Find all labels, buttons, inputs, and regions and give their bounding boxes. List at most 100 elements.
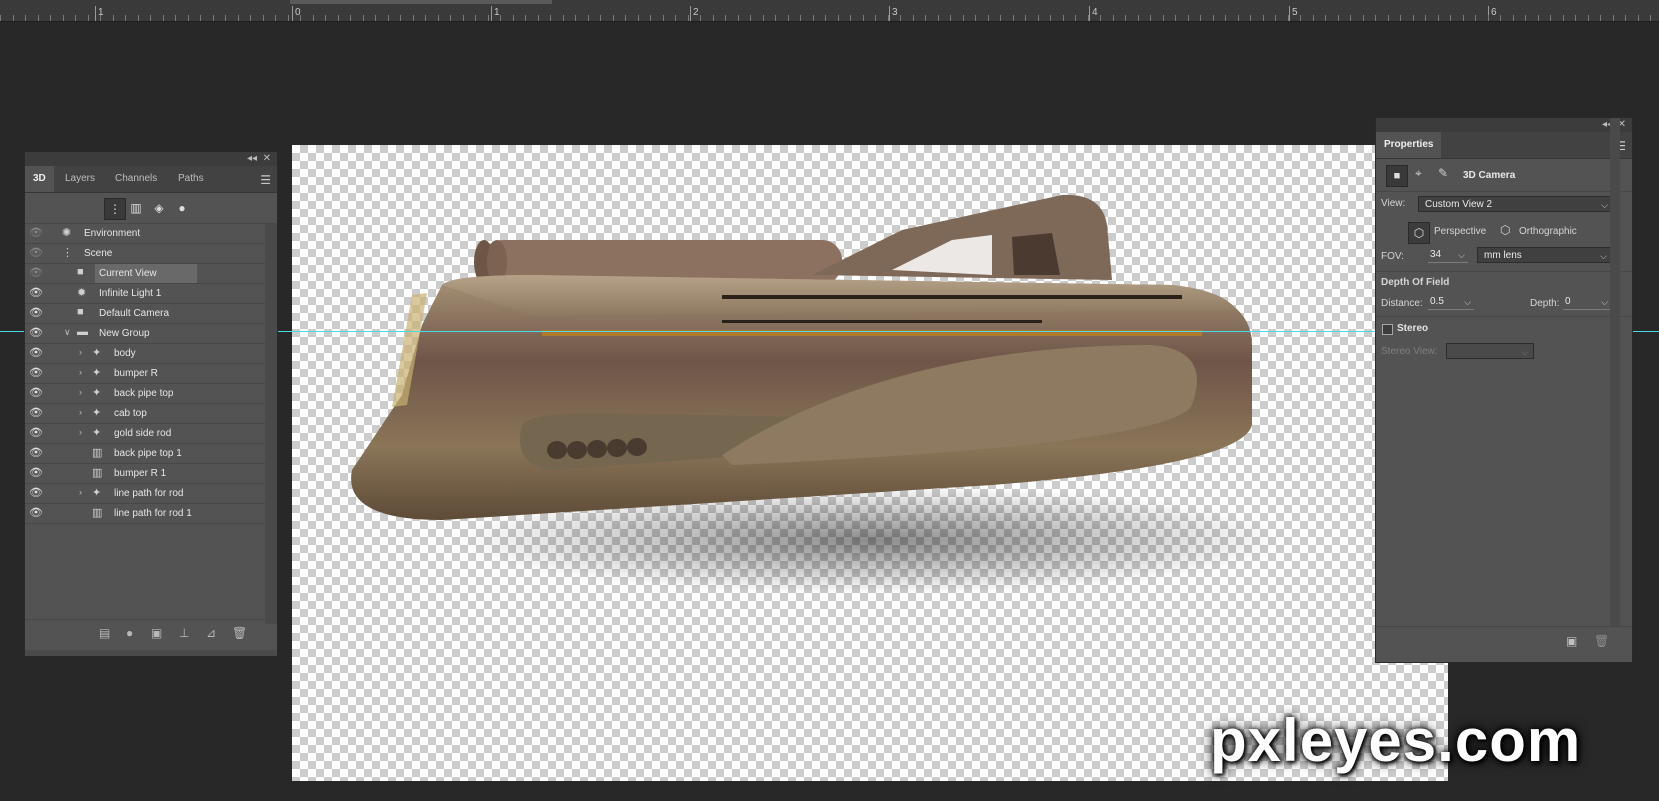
- visibility-eye-icon[interactable]: 👁: [29, 506, 43, 519]
- perspective-icon[interactable]: ⬡: [1408, 222, 1430, 244]
- layer-row[interactable]: 👁 ⋮ Scene: [25, 244, 266, 264]
- visibility-eye-icon[interactable]: 👁: [29, 246, 43, 259]
- chevron-right-icon[interactable]: ›: [79, 427, 82, 437]
- visibility-eye-icon[interactable]: 👁: [29, 426, 43, 439]
- brush-mode-icon[interactable]: ✎: [1438, 166, 1448, 180]
- panel-titlebar[interactable]: ◂◂ ✕: [25, 152, 277, 166]
- visibility-eye-icon[interactable]: 👁: [29, 486, 43, 499]
- stereo-checkbox[interactable]: [1382, 324, 1393, 335]
- layer-row[interactable]: 👁 › ✦ back pipe top: [25, 384, 266, 404]
- depth-input[interactable]: 0 ⌵: [1563, 295, 1611, 310]
- trash-icon[interactable]: 🗑: [1594, 634, 1609, 648]
- chevron-right-icon[interactable]: ›: [79, 347, 82, 357]
- chevron-right-icon[interactable]: ›: [79, 367, 82, 377]
- distance-input[interactable]: 0.5 ⌵: [1428, 295, 1474, 310]
- ruler-minor-tick: [75, 15, 76, 21]
- ruler-minor-tick: [438, 15, 439, 21]
- layer-row[interactable]: 👁 › ✦ bumper R: [25, 364, 266, 384]
- light-filter-icon[interactable]: ●: [172, 198, 192, 218]
- layer-row[interactable]: 👁 ∨ ▬ New Group: [25, 324, 266, 344]
- ruler-minor-tick: [750, 15, 751, 21]
- visibility-eye-icon[interactable]: 👁: [29, 226, 43, 239]
- lens-dropdown[interactable]: mm lens ⌵: [1477, 247, 1613, 263]
- visibility-eye-icon[interactable]: 👁: [29, 406, 43, 419]
- perspective-label[interactable]: Perspective: [1434, 226, 1486, 237]
- ruler-minor-tick: [1363, 15, 1364, 21]
- horizontal-ruler[interactable]: 10123456: [0, 0, 1659, 22]
- ruler-minor-tick: [563, 15, 564, 21]
- collapse-icon[interactable]: ◂◂: [247, 153, 257, 164]
- new-mesh-icon[interactable]: ▤: [99, 626, 110, 640]
- visibility-eye-icon[interactable]: 👁: [29, 386, 43, 399]
- mesh-filter-icon[interactable]: ▥: [126, 198, 146, 218]
- layer-row[interactable]: 👁 › ✦ cab top: [25, 404, 266, 424]
- ruler-minor-tick: [975, 15, 976, 21]
- layer-row[interactable]: 👁 ▥ line path for rod 1: [25, 504, 266, 524]
- ruler-highlight: [290, 0, 552, 4]
- ruler-minor-tick: [1600, 15, 1601, 21]
- chevron-right-icon[interactable]: ›: [79, 407, 82, 417]
- ruler-minor-tick: [63, 15, 64, 21]
- camera-mode-icon[interactable]: ■: [1386, 165, 1408, 187]
- view-dropdown[interactable]: Custom View 2 ⌵: [1418, 196, 1614, 212]
- drop-to-plane-icon[interactable]: ⊥: [179, 626, 189, 640]
- ruler-minor-tick: [1513, 15, 1514, 21]
- visibility-eye-icon[interactable]: 👁: [29, 366, 43, 379]
- constraint-icon[interactable]: ⊿: [206, 626, 216, 640]
- ruler-minor-tick: [375, 15, 376, 21]
- visibility-eye-icon[interactable]: 👁: [29, 266, 43, 279]
- layer-row[interactable]: 👁 › ✦ gold side rod: [25, 424, 266, 444]
- tab-3d[interactable]: 3D: [25, 166, 54, 192]
- layer-row[interactable]: 👁 › ✦ body: [25, 344, 266, 364]
- chevron-right-icon[interactable]: ›: [79, 487, 82, 497]
- layer-row[interactable]: 👁 › ✦ line path for rod: [25, 484, 266, 504]
- ruler-minor-tick: [400, 15, 401, 21]
- stereo-view-dropdown[interactable]: ⌵: [1446, 343, 1534, 359]
- scene-filter-icon[interactable]: ⋮: [104, 198, 126, 220]
- view-value: Custom View 2: [1425, 199, 1493, 210]
- ruler-minor-tick: [575, 15, 576, 21]
- visibility-eye-icon[interactable]: 👁: [29, 326, 43, 339]
- properties-titlebar[interactable]: ◂◂ ✕: [1376, 118, 1632, 132]
- chevron-down-icon[interactable]: ∨: [64, 327, 71, 338]
- material-filter-icon[interactable]: ◈: [149, 198, 169, 218]
- layer-list-scrollbar[interactable]: [265, 224, 277, 624]
- visibility-eye-icon[interactable]: 👁: [29, 446, 43, 459]
- ruler-minor-tick: [1325, 15, 1326, 21]
- visibility-eye-icon[interactable]: 👁: [29, 346, 43, 359]
- new-light-icon[interactable]: ●: [126, 626, 133, 640]
- orthographic-label[interactable]: Orthographic: [1519, 226, 1577, 237]
- close-icon[interactable]: ✕: [263, 153, 271, 164]
- orthographic-icon[interactable]: ⬡: [1500, 223, 1510, 237]
- tab-channels[interactable]: Channels: [107, 166, 165, 192]
- fov-input[interactable]: 34 ⌵: [1428, 248, 1468, 263]
- visibility-eye-icon[interactable]: 👁: [29, 466, 43, 479]
- tab-paths[interactable]: Paths: [170, 166, 212, 192]
- layer-row[interactable]: 👁 ✺ Environment: [25, 224, 266, 244]
- document-canvas[interactable]: [292, 145, 1448, 781]
- render-icon[interactable]: ▣: [1566, 634, 1577, 648]
- ruler-minor-tick: [363, 15, 364, 21]
- properties-scrollbar[interactable]: [1610, 118, 1620, 626]
- ruler-minor-tick: [100, 15, 101, 21]
- layer-row[interactable]: 👁 ▥ back pipe top 1: [25, 444, 266, 464]
- visibility-eye-icon[interactable]: 👁: [29, 306, 43, 319]
- coordinates-mode-icon[interactable]: ⌖: [1415, 166, 1422, 181]
- layer-row[interactable]: 👁 ■ Default Camera: [25, 304, 266, 324]
- render-icon[interactable]: ▣: [151, 626, 162, 640]
- section-title: 3D Camera: [1463, 170, 1516, 181]
- ruler-minor-tick: [513, 15, 514, 21]
- tab-properties[interactable]: Properties: [1376, 132, 1442, 158]
- layer-row[interactable]: 👁 ✹ Infinite Light 1: [25, 284, 266, 304]
- ruler-minor-tick: [1050, 15, 1051, 21]
- chevron-right-icon[interactable]: ›: [79, 387, 82, 397]
- ruler-minor-tick: [1088, 15, 1089, 21]
- layer-row[interactable]: 👁 ▥ bumper R 1: [25, 464, 266, 484]
- visibility-eye-icon[interactable]: 👁: [29, 286, 43, 299]
- layer-row[interactable]: 👁 ■ Current View: [25, 264, 266, 284]
- panel-menu-icon[interactable]: ☰: [260, 173, 271, 187]
- ruler-minor-tick: [688, 15, 689, 21]
- tab-layers[interactable]: Layers: [57, 166, 103, 192]
- trash-icon[interactable]: 🗑: [232, 626, 247, 640]
- ruler-minor-tick: [1013, 15, 1014, 21]
